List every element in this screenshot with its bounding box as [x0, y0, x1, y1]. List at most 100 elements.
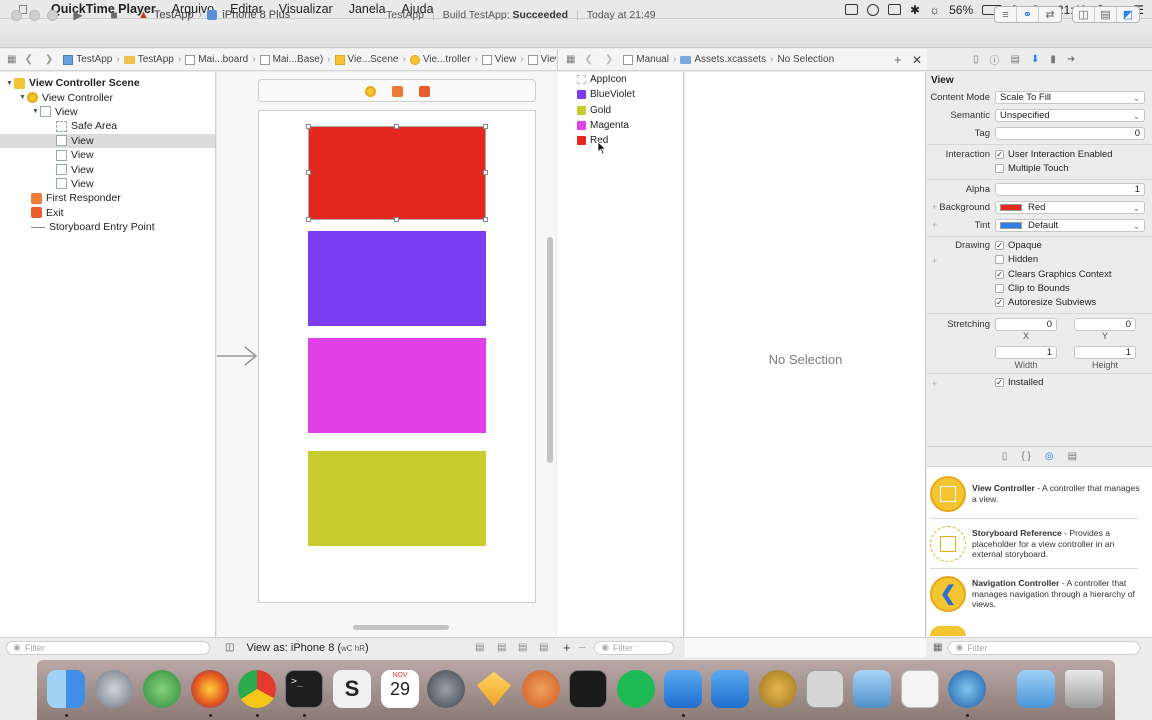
opaque-checkbox[interactable]: ✓ [995, 241, 1004, 250]
do-not-disturb-icon[interactable] [867, 3, 880, 16]
view-controller-frame[interactable] [258, 110, 536, 603]
spotify-icon[interactable] [617, 670, 655, 708]
version-editor-icon[interactable]: ⇄ [1039, 7, 1061, 22]
text-edit-icon[interactable] [901, 670, 939, 708]
asset-item-magenta[interactable]: Magenta [557, 118, 683, 133]
crumb-folder[interactable]: TestApp [123, 54, 174, 65]
close-window-button[interactable] [11, 10, 22, 21]
clip-to-bounds-checkbox[interactable] [995, 284, 1004, 293]
disclosure-icon[interactable]: ▼ [31, 108, 40, 115]
related-items-icon[interactable]: ▦ [7, 54, 16, 65]
library-item-storyboard-reference[interactable]: Storyboard Reference - Provides a placeh… [930, 526, 1140, 562]
hidden-checkbox[interactable] [995, 255, 1004, 264]
connections-inspector-icon[interactable]: ➜ [1067, 54, 1075, 65]
embed-stack-icon[interactable]: ▤ [475, 642, 484, 653]
stretch-height-field[interactable]: 1 [1074, 346, 1136, 359]
crumb-view[interactable]: View [481, 54, 516, 65]
navigator-toggle-icon[interactable]: ◫ [1073, 7, 1095, 22]
content-mode-popup[interactable]: Scale To Fill [995, 91, 1145, 104]
outline-item-scene[interactable]: ▼ View Controller Scene [0, 76, 215, 90]
purple-view[interactable] [308, 231, 486, 326]
asset-item-appicon[interactable]: AppIcon [557, 72, 683, 87]
system-preferences-icon[interactable] [427, 670, 465, 708]
magenta-view[interactable] [308, 338, 486, 433]
outline-item-view-purple[interactable]: View [0, 148, 215, 162]
preview-icon[interactable] [853, 670, 891, 708]
disclosure-icon[interactable]: ▼ [18, 94, 27, 101]
stretch-y-field[interactable]: 0 [1074, 318, 1136, 331]
remove-asset-icon[interactable]: − [579, 640, 587, 655]
view-toggle-control[interactable]: ◫ ▤ ◩ [1072, 6, 1140, 23]
assets-filter-field[interactable]: ◉ Filter [594, 640, 675, 655]
add-asset-icon[interactable]: + [563, 640, 571, 655]
firefox-icon[interactable] [191, 670, 229, 708]
media-library-icon[interactable]: ▤ [1068, 451, 1077, 462]
crumb-manual[interactable]: Manual [623, 54, 669, 65]
resize-handle[interactable] [306, 217, 311, 222]
activity-monitor-icon[interactable] [569, 670, 607, 708]
zoom-window-button[interactable] [47, 10, 58, 21]
xcode-beta-icon[interactable] [711, 670, 749, 708]
bluetooth-icon[interactable]: ✱ [910, 3, 920, 17]
file-template-icon[interactable]: ▯ [1002, 451, 1008, 462]
installed-checkbox[interactable]: ✓ [995, 378, 1004, 387]
asset-item-blueviolet[interactable]: BlueViolet [557, 87, 683, 102]
outline-item-exit[interactable]: Exit [0, 206, 215, 220]
terminal-icon[interactable]: >_ [285, 670, 323, 708]
code-snippet-icon[interactable]: { } [1021, 451, 1030, 462]
chrome-icon[interactable] [238, 670, 276, 708]
stop-button[interactable]: ■ [106, 6, 122, 24]
file-inspector-icon[interactable]: ▯ [973, 54, 979, 65]
assets-related-icon[interactable]: ▦ [566, 54, 575, 65]
scheme-selector[interactable]: ▲ TestApp › iPhone 8 Plus [138, 6, 290, 24]
resize-handle[interactable] [394, 217, 399, 222]
calculator-icon[interactable] [806, 670, 844, 708]
size-inspector-icon[interactable]: ▮ [1050, 54, 1056, 65]
view-as-button[interactable]: View as: iPhone 8 (wC hR) [246, 642, 368, 654]
quicktime-icon[interactable] [948, 670, 986, 708]
red-view[interactable] [308, 126, 486, 220]
outline-item-root-view[interactable]: ▼ View [0, 105, 215, 119]
resize-handle[interactable] [483, 170, 488, 175]
help-inspector-icon[interactable]: ⓘ [990, 52, 1000, 67]
resize-handle[interactable] [306, 170, 311, 175]
resize-handle[interactable] [306, 124, 311, 129]
outline-item-view-controller[interactable]: ▼ View Controller [0, 90, 215, 104]
crumb-base[interactable]: Mai...Base) [259, 54, 323, 65]
clears-graphics-checkbox[interactable]: ✓ [995, 270, 1004, 279]
back-icon[interactable]: ❮ [24, 54, 32, 65]
atom-icon[interactable] [143, 670, 181, 708]
first-responder-dock-icon[interactable] [392, 86, 403, 97]
tint-popup[interactable]: Default [995, 219, 1145, 232]
tag-field[interactable]: 0 [995, 127, 1145, 140]
standard-editor-icon[interactable]: ≡ [995, 7, 1017, 22]
attributes-inspector-icon[interactable]: ⬇ [1031, 54, 1039, 65]
view-controller-dock-icon[interactable] [365, 86, 376, 97]
calendar-icon[interactable]: NOV 29 [381, 670, 419, 708]
outline-item-view-red[interactable]: View [0, 133, 215, 148]
crumb-project[interactable]: TestApp [63, 54, 112, 65]
multiple-touch-checkbox[interactable] [995, 164, 1004, 173]
editor-mode-control[interactable]: ≡ ⚭ ⇄ [994, 6, 1062, 23]
close-editor-icon[interactable]: ✕ [912, 53, 922, 67]
minimize-window-button[interactable] [29, 10, 40, 21]
exit-dock-icon[interactable] [419, 86, 430, 97]
app-status-icon[interactable] [888, 4, 902, 15]
keychain-icon[interactable] [759, 670, 797, 708]
crumb-no-selection[interactable]: No Selection [777, 54, 834, 65]
identity-inspector-icon[interactable]: ▤ [1011, 54, 1020, 65]
stretch-x-field[interactable]: 0 [995, 318, 1057, 331]
resize-handle[interactable] [483, 124, 488, 129]
forward-icon[interactable]: ❯ [45, 54, 53, 65]
battery-percent[interactable]: 56% [949, 3, 973, 17]
crumb-assets[interactable]: Assets.xcassets [680, 54, 766, 65]
resize-handle[interactable] [483, 217, 488, 222]
trash-icon[interactable] [1065, 670, 1103, 708]
assistant-editor-icon[interactable]: ⚭ [1017, 7, 1039, 22]
asset-item-red[interactable]: Red [557, 133, 683, 148]
assets-forward-icon[interactable]: ❯ [605, 54, 613, 65]
alpha-field[interactable]: 1 [995, 183, 1145, 196]
finder-icon[interactable] [47, 670, 85, 708]
resize-handle[interactable] [394, 124, 399, 129]
crumb-subview[interactable]: View [527, 54, 556, 65]
